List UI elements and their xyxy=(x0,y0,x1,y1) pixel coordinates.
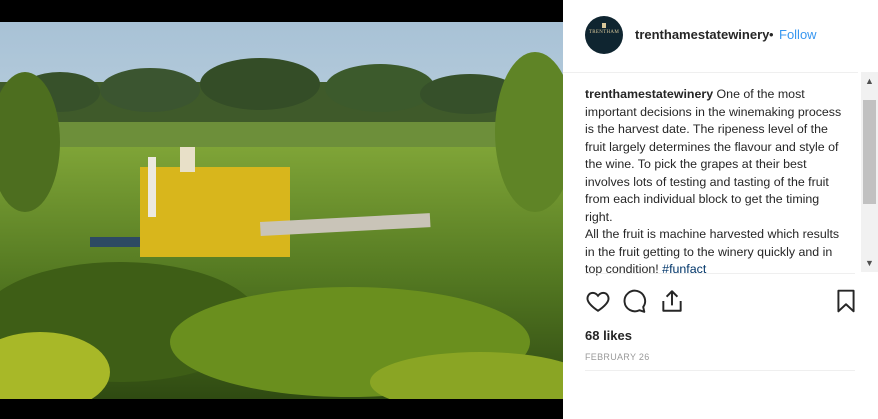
caption: trenthamestatewinery One of the most imp… xyxy=(585,86,843,279)
post-header: TRENTHAM trenthamestatewinery • Follow xyxy=(563,0,858,73)
avatar-text: TRENTHAM xyxy=(588,30,620,35)
scroll-up-icon[interactable]: ▲ xyxy=(861,74,878,88)
caption-text-2: All the fruit is machine harvested which… xyxy=(585,227,840,276)
post-sidebar: TRENTHAM trenthamestatewinery • Follow t… xyxy=(563,0,878,419)
post-photo xyxy=(0,0,563,419)
bookmark-icon[interactable] xyxy=(833,288,859,314)
comment-icon[interactable] xyxy=(621,288,647,314)
heart-icon[interactable] xyxy=(585,288,611,314)
divider xyxy=(585,370,855,371)
vineyard-harvest-image xyxy=(0,22,563,399)
separator-dot: • xyxy=(769,27,774,42)
header-username[interactable]: trenthamestatewinery xyxy=(635,27,769,42)
scroll-down-icon[interactable]: ▼ xyxy=(861,256,878,270)
caption-scrollbar[interactable]: ▲ ▼ xyxy=(861,72,878,272)
avatar[interactable]: TRENTHAM xyxy=(585,16,623,54)
logo-mark-icon xyxy=(602,23,606,28)
divider xyxy=(585,273,855,274)
caption-username[interactable]: trenthamestatewinery xyxy=(585,87,713,101)
likes-count[interactable]: 68 likes xyxy=(585,328,632,343)
scrollbar-thumb[interactable] xyxy=(863,100,876,204)
post-date: FEBRUARY 26 xyxy=(585,352,650,362)
caption-text-1: One of the most important decisions in t… xyxy=(585,87,842,224)
share-icon[interactable] xyxy=(659,288,685,314)
follow-button[interactable]: Follow xyxy=(779,27,817,42)
